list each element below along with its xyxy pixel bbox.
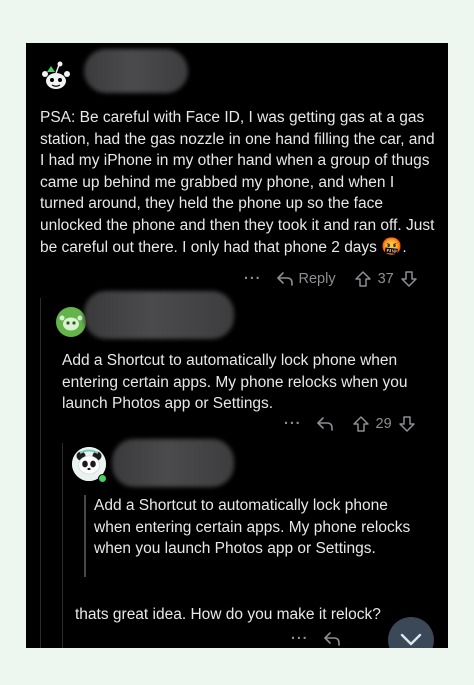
comment-text-end: . bbox=[402, 239, 407, 256]
username-redacted[interactable] bbox=[84, 291, 234, 339]
screenshot-frame: PSA: Be careful with Face ID, I was gett… bbox=[26, 43, 448, 648]
comment-body: Add a Shortcut to automatically lock pho… bbox=[62, 350, 434, 415]
comment-body: thats great idea. How do you make it rel… bbox=[75, 606, 381, 623]
reply-button[interactable]: Reply bbox=[276, 271, 336, 287]
comment-body: PSA: Be careful with Face ID, I was gett… bbox=[40, 107, 438, 259]
more-options-button[interactable]: ··· bbox=[244, 271, 262, 287]
quoted-text: Add a Shortcut to automatically lock pho… bbox=[94, 497, 411, 557]
snoo-avatar-icon bbox=[38, 59, 74, 95]
username-redacted[interactable] bbox=[84, 49, 188, 93]
downvote-button[interactable] bbox=[400, 270, 418, 288]
downvote-button[interactable] bbox=[398, 415, 416, 433]
downvote-arrow-icon bbox=[400, 271, 417, 287]
reply-button[interactable] bbox=[316, 416, 334, 432]
username-redacted[interactable] bbox=[112, 439, 234, 487]
comment-text: Add a Shortcut to automatically lock pho… bbox=[62, 352, 408, 412]
reply-button[interactable] bbox=[323, 631, 341, 647]
snoo-avatar-icon bbox=[59, 315, 83, 331]
downvote-arrow-icon bbox=[398, 416, 415, 432]
reply-arrow-icon bbox=[323, 632, 340, 646]
thread-line[interactable] bbox=[62, 443, 63, 648]
upvote-arrow-icon bbox=[352, 416, 369, 432]
comment-actions: ··· Reply 37 bbox=[244, 270, 418, 288]
chevron-down-icon bbox=[400, 633, 422, 646]
user-avatar[interactable] bbox=[56, 307, 86, 337]
comment-actions: ··· bbox=[291, 631, 359, 647]
more-options-button[interactable]: ··· bbox=[291, 631, 309, 647]
comment-text: PSA: Be careful with Face ID, I was gett… bbox=[40, 109, 435, 256]
upvote-button[interactable] bbox=[352, 415, 370, 433]
thread-line[interactable] bbox=[40, 298, 41, 648]
quoted-text-block: Add a Shortcut to automatically lock pho… bbox=[84, 495, 426, 577]
angry-face-emoji: 🤬 bbox=[381, 237, 403, 256]
more-options-button[interactable]: ··· bbox=[284, 416, 302, 432]
reply-arrow-icon bbox=[316, 417, 333, 431]
upvote-button[interactable] bbox=[354, 270, 372, 288]
user-avatar[interactable] bbox=[38, 59, 74, 95]
online-status-dot bbox=[98, 474, 107, 483]
vote-count: 37 bbox=[377, 271, 394, 287]
vote-count: 29 bbox=[375, 416, 392, 432]
comment-actions: ··· 29 bbox=[284, 415, 416, 433]
user-avatar[interactable] bbox=[72, 447, 107, 483]
upvote-arrow-icon bbox=[354, 271, 371, 287]
reply-label: Reply bbox=[298, 271, 336, 287]
reply-arrow-icon bbox=[276, 272, 293, 286]
